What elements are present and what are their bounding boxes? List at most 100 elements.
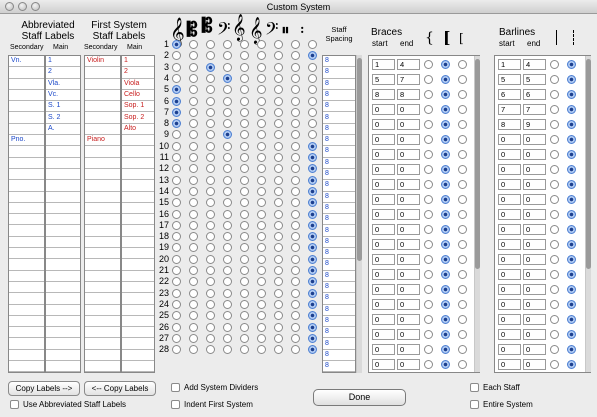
clef-radio[interactable] [308, 73, 317, 83]
clef-radio[interactable] [240, 96, 249, 106]
clef-radio[interactable] [274, 73, 283, 83]
checkbox-box[interactable] [171, 383, 180, 392]
clef-radio[interactable] [291, 107, 300, 117]
group-type-radio[interactable] [567, 90, 576, 99]
group-type-radio[interactable] [458, 60, 467, 69]
clef-radio[interactable] [189, 322, 198, 332]
clef-radio[interactable] [206, 107, 215, 117]
zoom-window-button[interactable] [31, 2, 40, 11]
end-field[interactable]: 0 [523, 224, 546, 235]
clef-radio[interactable] [257, 198, 266, 208]
abbrev-main-cell[interactable] [46, 339, 80, 350]
first-secondary-cell[interactable] [85, 361, 120, 373]
staff-spacing-cell[interactable]: 8 [323, 226, 355, 237]
clef-radio[interactable] [308, 153, 317, 162]
clef-radio[interactable] [223, 333, 232, 343]
clef-radio[interactable] [172, 153, 181, 162]
start-field[interactable]: 0 [372, 149, 395, 160]
first-secondary-cell[interactable]: Piano [85, 135, 120, 147]
clef-radio[interactable] [206, 40, 215, 49]
group-type-radio[interactable] [441, 345, 450, 354]
clef-radio[interactable] [240, 85, 249, 95]
group-type-radio[interactable] [424, 225, 433, 234]
clef-radio[interactable] [291, 51, 300, 61]
first-main-cell[interactable] [122, 305, 154, 316]
end-field[interactable]: 0 [523, 254, 546, 265]
staff-spacing-cell[interactable]: 8 [323, 180, 355, 192]
clef-radio[interactable] [308, 266, 317, 275]
abbrev-main-cell[interactable]: Vc. [46, 90, 80, 102]
clef-radio[interactable] [189, 299, 198, 309]
start-field[interactable]: 0 [498, 149, 521, 160]
group-type-radio[interactable] [424, 120, 433, 129]
clef-radio[interactable] [189, 51, 198, 61]
clef-radio[interactable] [223, 299, 232, 309]
start-field[interactable]: 0 [372, 209, 395, 220]
clef-radio[interactable] [240, 164, 249, 174]
clef-radio[interactable] [308, 254, 317, 264]
clef-radio[interactable] [308, 299, 317, 309]
staff-spacing-cell[interactable]: 8 [323, 56, 355, 68]
staff-spacing-cell[interactable]: 8 [323, 214, 355, 226]
group-type-radio[interactable] [441, 285, 450, 294]
group-type-radio[interactable] [550, 195, 559, 204]
staff-spacing-cell[interactable]: 8 [323, 146, 355, 158]
clef-radio[interactable] [257, 130, 266, 140]
first-main-cell[interactable] [122, 135, 154, 147]
start-field[interactable]: 8 [498, 119, 521, 130]
clef-radio[interactable] [291, 243, 300, 253]
abbrev-main-cell[interactable]: 1 [46, 56, 80, 68]
clef-radio[interactable] [189, 130, 198, 140]
first-main-cell[interactable] [122, 350, 154, 362]
clef-radio[interactable] [291, 186, 300, 196]
clef-radio[interactable] [172, 311, 181, 321]
clef-radio[interactable] [274, 119, 283, 129]
clef-radio[interactable] [223, 243, 232, 253]
group-type-radio[interactable] [441, 210, 450, 219]
end-field[interactable]: 0 [523, 299, 546, 310]
clef-radio[interactable] [257, 107, 266, 117]
clef-radio[interactable] [206, 51, 215, 61]
clef-radio[interactable] [291, 141, 300, 151]
clef-radio[interactable] [308, 232, 317, 242]
group-type-radio[interactable] [567, 285, 576, 294]
clef-radio[interactable] [308, 345, 317, 355]
group-type-radio[interactable] [424, 210, 433, 219]
end-field[interactable]: 0 [397, 134, 420, 145]
clef-radio[interactable] [223, 311, 232, 321]
clef-radio[interactable] [172, 130, 181, 140]
end-field[interactable]: 0 [523, 269, 546, 280]
abbrev-secondary-cell[interactable] [9, 90, 44, 102]
abbrev-main-cell[interactable]: A. [46, 124, 80, 136]
first-main-cell[interactable] [122, 158, 154, 169]
group-type-radio[interactable] [441, 180, 450, 189]
group-type-radio[interactable] [567, 60, 576, 69]
group-type-radio[interactable] [567, 255, 576, 264]
end-field[interactable]: 7 [397, 74, 420, 85]
group-type-radio[interactable] [458, 330, 467, 339]
group-type-radio[interactable] [424, 300, 433, 309]
staff-spacing-cell[interactable]: 8 [323, 339, 355, 350]
first-secondary-cell[interactable] [85, 327, 120, 339]
first-secondary-cell[interactable] [85, 350, 120, 362]
clef-radio[interactable] [291, 164, 300, 174]
first-secondary-cell[interactable] [85, 113, 120, 124]
clef-radio[interactable] [274, 299, 283, 309]
start-field[interactable]: 5 [372, 74, 395, 85]
clef-radio[interactable] [206, 164, 215, 174]
clef-radio[interactable] [291, 153, 300, 162]
group-type-radio[interactable] [550, 240, 559, 249]
group-type-radio[interactable] [458, 180, 467, 189]
clef-radio[interactable] [257, 175, 266, 185]
clef-radio[interactable] [189, 85, 198, 95]
clef-radio[interactable] [189, 333, 198, 343]
group-type-radio[interactable] [441, 255, 450, 264]
first-secondary-cell[interactable] [85, 214, 120, 226]
abbrev-secondary-cell[interactable] [9, 305, 44, 316]
group-type-radio[interactable] [424, 345, 433, 354]
clef-radio[interactable] [189, 107, 198, 117]
group-type-radio[interactable] [550, 75, 559, 84]
end-field[interactable]: 0 [523, 359, 546, 370]
clef-radio[interactable] [206, 333, 215, 343]
first-secondary-cell[interactable] [85, 282, 120, 294]
